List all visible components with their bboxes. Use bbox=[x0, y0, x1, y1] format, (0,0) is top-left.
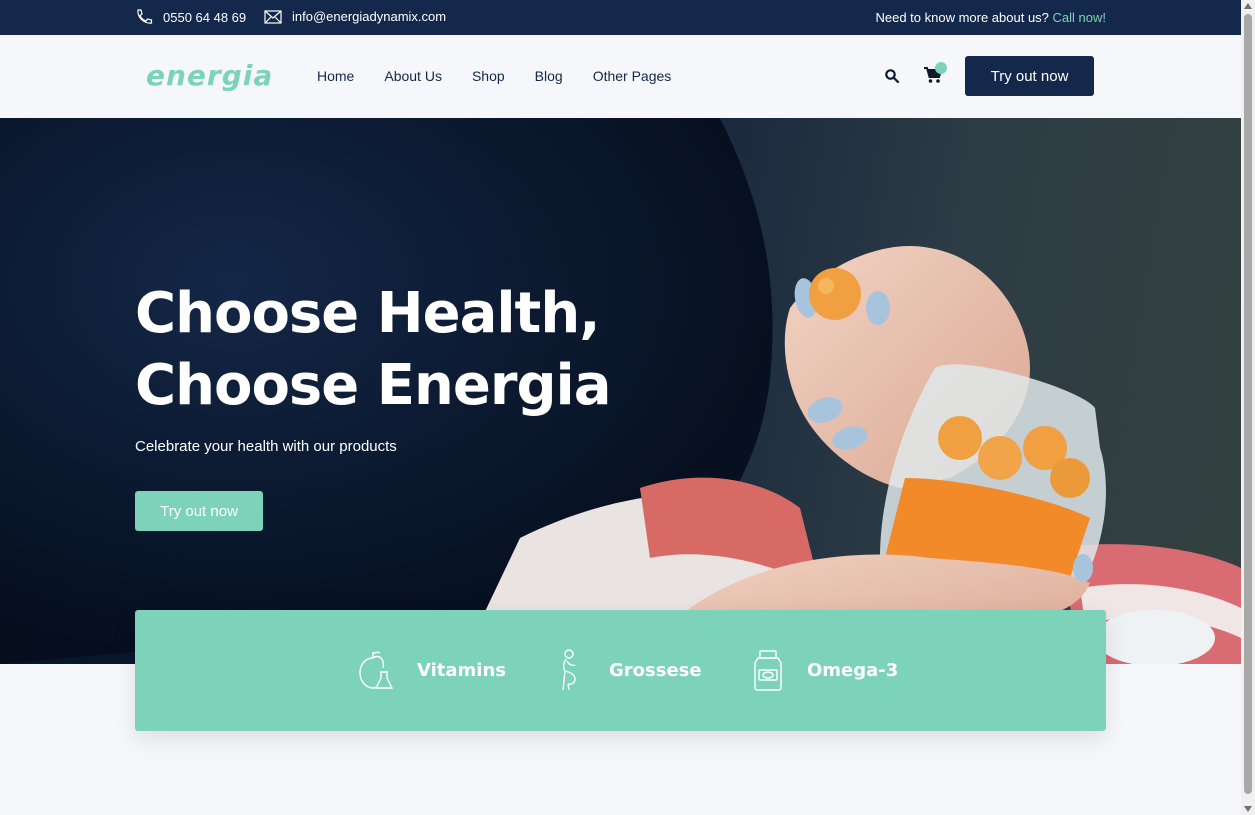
feature-vitamins[interactable]: Vitamins bbox=[355, 648, 506, 692]
feature-omega-3-label: Omega-3 bbox=[807, 659, 899, 681]
scroll-down-arrow-icon[interactable] bbox=[1244, 806, 1252, 812]
main-header: energia Home About Us Shop Blog Other Pa… bbox=[0, 35, 1241, 118]
phone-number[interactable]: 0550 64 48 69 bbox=[163, 10, 246, 25]
hero-section: Choose Health, Choose Energia Celebrate … bbox=[0, 118, 1241, 664]
scroll-up-arrow-icon[interactable] bbox=[1244, 3, 1252, 9]
contact-prompt-text: Need to know more about us? bbox=[875, 10, 1049, 25]
hero-title-line-2: Choose Energia bbox=[135, 353, 612, 418]
nav-home[interactable]: Home bbox=[317, 68, 354, 84]
hero-subtitle: Celebrate your health with our products bbox=[135, 438, 397, 455]
email-address[interactable]: info@energiadynamix.com bbox=[292, 9, 446, 24]
search-icon[interactable] bbox=[884, 68, 900, 84]
phone-icon bbox=[137, 9, 153, 24]
email-contact[interactable]: info@energiadynamix.com bbox=[264, 9, 446, 24]
cart-badge bbox=[935, 62, 947, 74]
nav-about-us[interactable]: About Us bbox=[384, 68, 442, 84]
header-try-out-button[interactable]: Try out now bbox=[965, 56, 1094, 96]
contact-prompt: Need to know more about us? Call now! bbox=[875, 10, 1106, 25]
nav-shop[interactable]: Shop bbox=[472, 68, 505, 84]
nav-blog[interactable]: Blog bbox=[535, 68, 563, 84]
feature-vitamins-label: Vitamins bbox=[417, 659, 506, 681]
features-band: Vitamins Grossese Omega-3 bbox=[135, 610, 1106, 731]
vitamins-icon bbox=[359, 651, 394, 689]
feature-grossese[interactable]: Grossese bbox=[551, 648, 702, 692]
supplement-bottle-icon bbox=[754, 650, 782, 691]
cart-button[interactable] bbox=[923, 62, 947, 87]
hero-title: Choose Health, Choose Energia bbox=[135, 278, 612, 422]
pregnancy-icon bbox=[562, 649, 576, 691]
feature-grossese-label: Grossese bbox=[609, 659, 702, 681]
top-bar: 0550 64 48 69 info@energiadynamix.com Ne… bbox=[0, 0, 1241, 35]
feature-omega-3[interactable]: Omega-3 bbox=[749, 648, 898, 692]
phone-contact[interactable]: 0550 64 48 69 bbox=[135, 9, 246, 25]
page-scrollbar[interactable] bbox=[1241, 0, 1255, 815]
logo[interactable]: energia bbox=[146, 59, 273, 92]
hero-try-out-button[interactable]: Try out now bbox=[135, 491, 263, 531]
call-now-link[interactable]: Call now! bbox=[1053, 10, 1106, 25]
scrollbar-thumb[interactable] bbox=[1244, 14, 1252, 794]
envelope-icon bbox=[264, 9, 282, 24]
hero-title-line-1: Choose Health, bbox=[135, 281, 600, 346]
nav-other-pages[interactable]: Other Pages bbox=[593, 68, 672, 84]
main-nav: Home About Us Shop Blog Other Pages bbox=[317, 68, 671, 84]
